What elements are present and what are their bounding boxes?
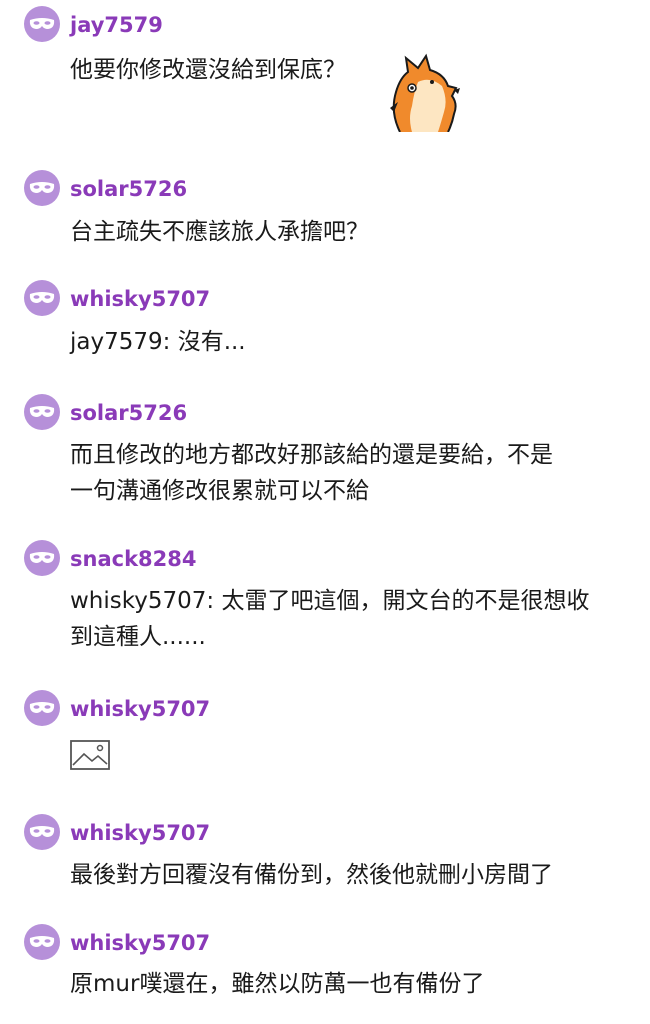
fox-sticker-image [390, 53, 460, 132]
comment-username[interactable]: whisky5707 [70, 286, 210, 312]
comment-item: whisky5707 原mur噗還在，雖然以防萬一也有備份了 [0, 922, 650, 1022]
comment-text: jay7579: 沒有... [70, 329, 246, 355]
mask-avatar-icon[interactable] [24, 394, 60, 430]
comment-item: whisky5707 最後對方回覆沒有備份到，然後他就刪小房間了 [0, 812, 650, 902]
comment-item: jay7579 他要你修改還沒給到保底？ [0, 0, 650, 140]
comment-username[interactable]: jay7579 [70, 12, 163, 38]
mask-avatar-icon[interactable] [24, 690, 60, 726]
broken-image-icon[interactable] [70, 740, 110, 770]
comment-text: 原mur噗還在，雖然以防萬一也有備份了 [70, 971, 485, 997]
comment-item: whisky5707 [0, 688, 650, 788]
comment-item: solar5726 而且修改的地方都改好那該給的還是要給，不是 一句溝通修改很累… [0, 392, 650, 518]
comment-item: solar5726 台主疏失不應該旅人承擔吧？ [0, 168, 650, 258]
comment-username[interactable]: whisky5707 [70, 930, 210, 956]
comment-username[interactable]: snack8284 [70, 546, 196, 572]
comment-username[interactable]: whisky5707 [70, 820, 210, 846]
comment-thread: jay7579 他要你修改還沒給到保底？ solar5726 台主疏失不應該旅人… [0, 0, 650, 1024]
comment-item: snack8284 whisky5707: 太雷了吧這個，開文台的不是很想收 到… [0, 538, 650, 664]
mask-avatar-icon[interactable] [24, 924, 60, 960]
comment-text: 他要你修改還沒給到保底？ [70, 57, 346, 83]
comment-text: 台主疏失不應該旅人承擔吧？ [70, 219, 369, 245]
comment-text: 而且修改的地方都改好那該給的還是要給，不是 一句溝通修改很累就可以不給 [70, 442, 553, 504]
comment-item: whisky5707 jay7579: 沒有... [0, 278, 650, 368]
mask-avatar-icon[interactable] [24, 170, 60, 206]
comment-text: 最後對方回覆沒有備份到，然後他就刪小房間了 [70, 862, 553, 888]
mask-avatar-icon[interactable] [24, 540, 60, 576]
mask-avatar-icon[interactable] [24, 814, 60, 850]
comment-username[interactable]: solar5726 [70, 400, 187, 426]
comment-username[interactable]: solar5726 [70, 176, 187, 202]
mask-avatar-icon[interactable] [24, 280, 60, 316]
comment-username[interactable]: whisky5707 [70, 696, 210, 722]
comment-text: whisky5707: 太雷了吧這個，開文台的不是很想收 到這種人...... [70, 588, 590, 650]
mask-avatar-icon[interactable] [24, 6, 60, 42]
